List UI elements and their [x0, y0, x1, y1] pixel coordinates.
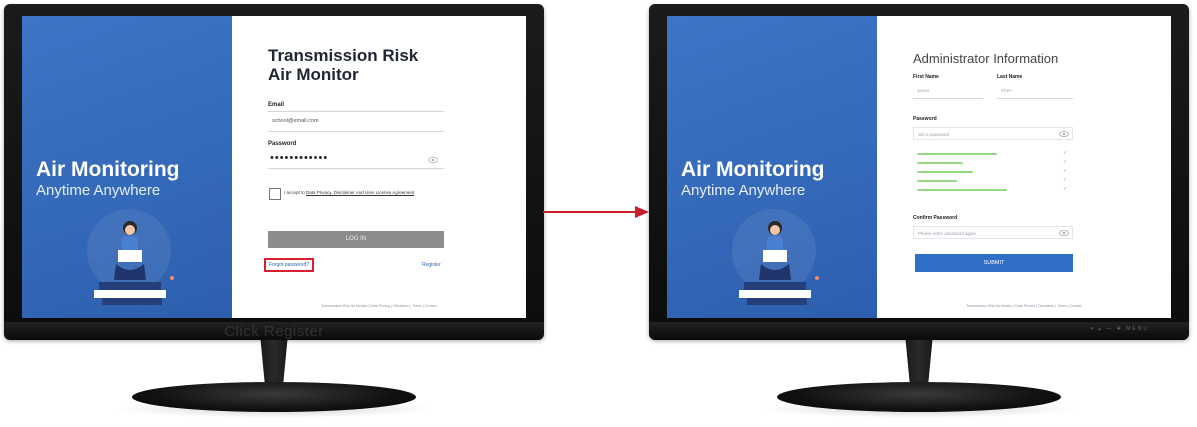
confirm-password-label: Confirm Password: [913, 215, 958, 221]
footer: Transmission Risk Air Monitor | Data Pri…: [321, 304, 437, 308]
hero-panel: Air Monitoring Anytime Anywhere: [667, 16, 877, 318]
check-icon: ✓: [1063, 177, 1068, 183]
hero-panel: Air Monitoring Anytime Anywhere: [22, 16, 232, 318]
monitor-left: Air Monitoring Anytime Anywhere Transmis…: [4, 4, 544, 424]
password-field[interactable]: Set a password: [913, 127, 1073, 140]
footer: Transmission Risk Air Monitor | Data Pri…: [966, 304, 1082, 308]
password-field[interactable]: ••••••••••••: [270, 152, 328, 164]
monitor-base: [777, 382, 1061, 412]
confirm-password-field[interactable]: Please enter password again: [913, 226, 1073, 239]
click-register-caption: Click Register: [224, 323, 324, 340]
app-title: Transmission Risk Air Monitor: [268, 46, 468, 84]
app-title-line2: Air Monitor: [268, 65, 359, 84]
login-button[interactable]: LOG IN: [268, 231, 444, 248]
email-field-border-top: [268, 111, 444, 112]
admin-form: Administrator Information First Name Jas…: [877, 16, 1171, 318]
eye-icon[interactable]: [1059, 230, 1069, 236]
password-hint-line: [917, 153, 997, 155]
check-icon: ✓: [1063, 150, 1068, 156]
monitor-right: Air Monitoring Anytime Anywhere Administ…: [649, 4, 1189, 424]
hero-title: Air Monitoring: [36, 158, 180, 181]
email-field[interactable]: school@email.com: [272, 118, 319, 124]
monitor-controls[interactable]: ▾ ▴ — ✚ MENU: [1091, 326, 1150, 332]
reading-person-illustration: [732, 209, 819, 305]
admin-title: Administrator Information: [913, 51, 1059, 66]
login-form: Transmission Risk Air Monitor Email scho…: [232, 16, 526, 318]
hero-title: Air Monitoring: [681, 158, 825, 181]
submit-button[interactable]: SUBMIT: [915, 254, 1073, 272]
last-name-underline: [997, 98, 1073, 99]
eye-icon[interactable]: [428, 157, 438, 163]
reading-person-illustration: [87, 209, 174, 305]
password-label: Password: [268, 141, 297, 147]
password-hint-line: [917, 180, 957, 182]
email-field-border-bottom: [268, 131, 444, 132]
check-icon: ✓: [1063, 186, 1068, 192]
email-label: Email: [268, 102, 285, 108]
hero-subtitle: Anytime Anywhere: [681, 182, 806, 199]
first-name-field[interactable]: Jason: [917, 88, 929, 93]
forgot-password-link[interactable]: Forgot password?: [263, 258, 315, 272]
arrow-icon: [543, 206, 649, 218]
password-hint-line: [917, 189, 1007, 191]
agree-checkbox[interactable]: [269, 188, 281, 200]
password-label: Password: [913, 116, 937, 122]
eye-icon[interactable]: [1059, 131, 1069, 137]
first-name-underline: [913, 98, 983, 99]
last-name-field[interactable]: Chen: [1001, 88, 1012, 93]
check-icon: ✓: [1063, 168, 1068, 174]
hero-subtitle: Anytime Anywhere: [36, 182, 161, 199]
password-field-border: [268, 168, 444, 169]
last-name-label: Last Name: [997, 74, 1023, 80]
password-hint-line: [917, 162, 963, 164]
app-title-line1: Transmission Risk: [268, 46, 419, 65]
admin-screen: Air Monitoring Anytime Anywhere Administ…: [667, 16, 1171, 318]
check-icon: ✓: [1063, 159, 1068, 165]
agree-prefix: I accept to: [284, 190, 305, 195]
monitor-base: [132, 382, 416, 412]
register-link[interactable]: Register: [422, 262, 441, 268]
login-screen: Air Monitoring Anytime Anywhere Transmis…: [22, 16, 526, 318]
password-hint-line: [917, 171, 973, 173]
agree-text: I accept to Data Privacy, Disclaimer And…: [284, 190, 459, 196]
agreement-link[interactable]: Data Privacy, Disclaimer And User Licens…: [306, 190, 414, 195]
first-name-label: First Name: [913, 74, 939, 80]
